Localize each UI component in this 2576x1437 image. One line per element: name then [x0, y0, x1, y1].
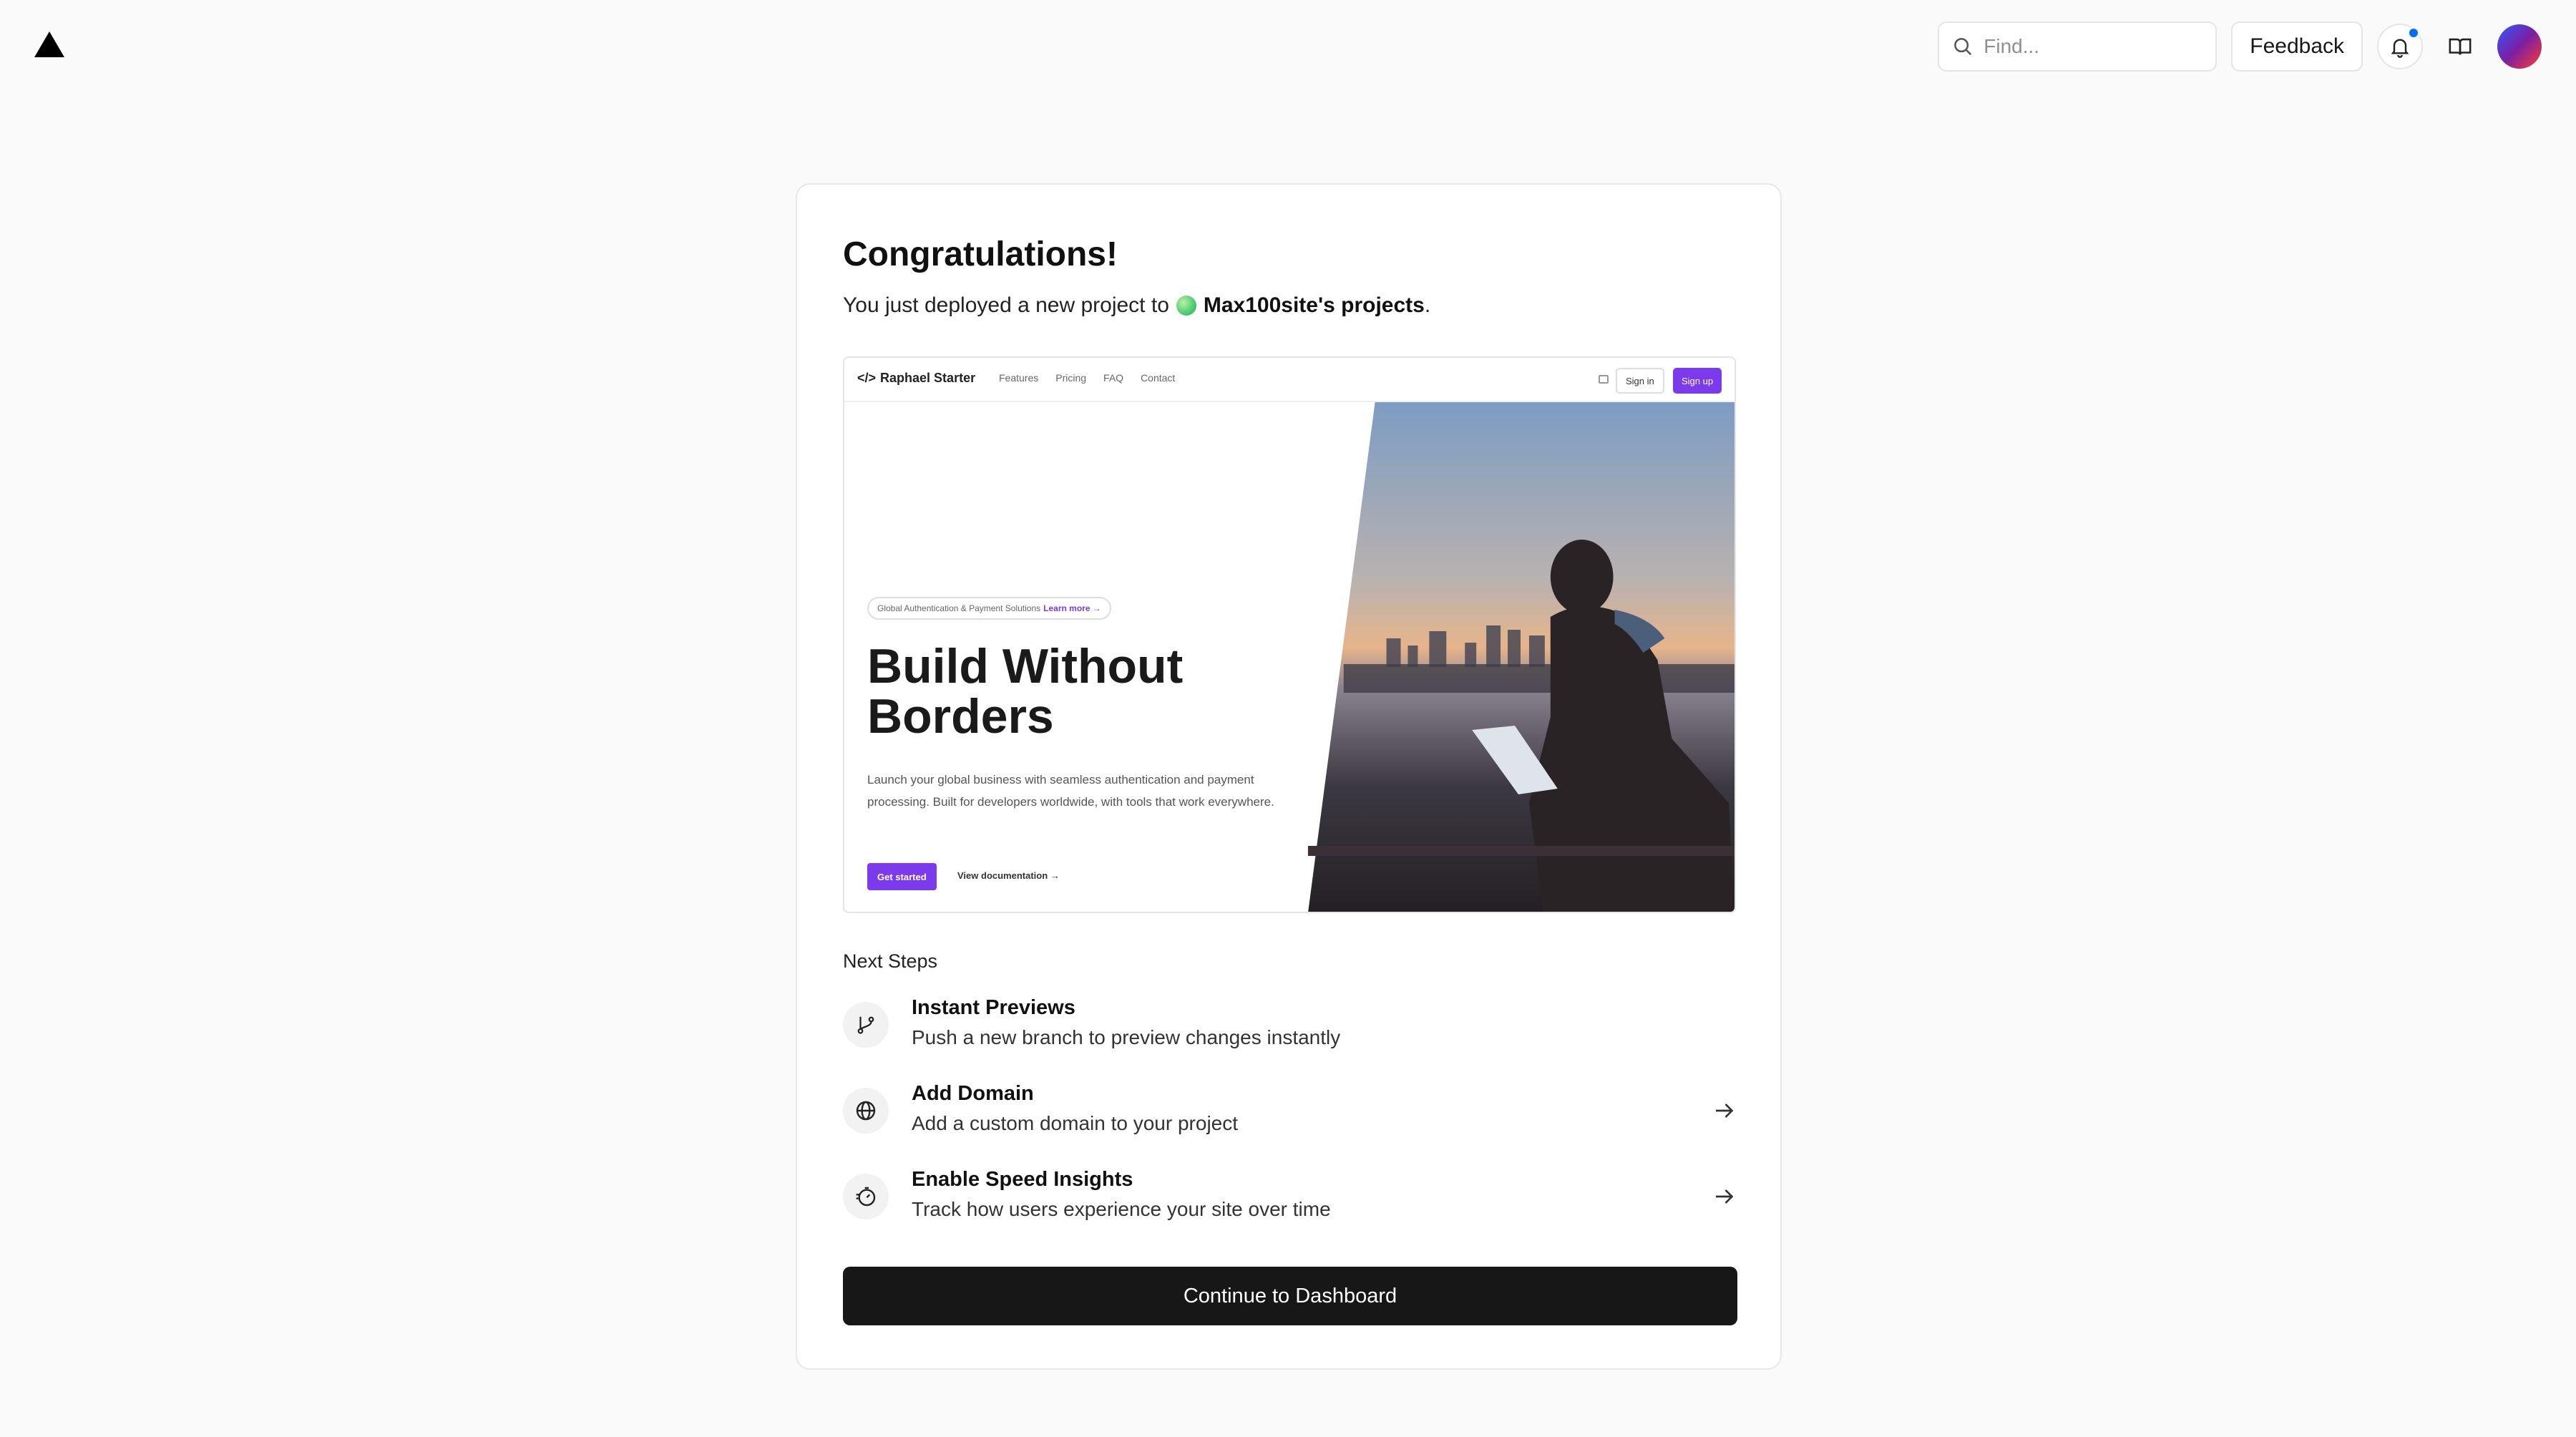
preview-sign-in: Sign in — [1616, 368, 1664, 394]
globe-icon — [843, 1088, 889, 1134]
step-title: Instant Previews — [912, 996, 1075, 1019]
search-box[interactable]: F — [1938, 21, 2265, 72]
bell-icon — [2391, 39, 2409, 58]
arrow-right-icon — [1716, 1104, 1734, 1118]
feedback-button[interactable]: Feedback — [2231, 21, 2363, 72]
preview-announcement-pill: Global Authentication & Payment Solution… — [867, 597, 1111, 620]
next-steps-label: Next Steps — [843, 950, 938, 972]
preview-description: Launch your global business with seamles… — [867, 773, 1274, 809]
git-branch-icon — [843, 1002, 889, 1048]
preview-brand: </> Raphael Starter — [857, 371, 976, 385]
team-avatar-icon — [1176, 296, 1196, 316]
docs-button[interactable] — [2437, 24, 2483, 69]
step-description: Track how users experience your site ove… — [912, 1198, 1331, 1220]
arrow-right-icon — [1716, 1189, 1734, 1204]
preview-nav-link: FAQ — [1103, 372, 1124, 384]
deployment-preview[interactable]: </> Raphael Starter Features Pricing FAQ… — [843, 356, 1736, 913]
step-title: Add Domain — [912, 1082, 1034, 1105]
preview-get-started: Get started — [867, 863, 937, 890]
preview-nav-links: Features Pricing FAQ Contact — [999, 372, 1175, 384]
preview-nav-link: Contact — [1141, 372, 1176, 384]
preview-nav-link: Features — [999, 372, 1039, 384]
deployment-success-card: Congratulations! You just deployed a new… — [796, 183, 1782, 1370]
step-description: Add a custom domain to your project — [912, 1112, 1239, 1134]
next-step-instant-previews[interactable]: Instant Previews Push a new branch to pr… — [843, 993, 1737, 1058]
search-icon — [1954, 38, 1972, 56]
theme-toggle-icon — [1599, 375, 1609, 384]
continue-to-dashboard-button[interactable]: Continue to Dashboard — [843, 1267, 1737, 1325]
team-name: Max100site's projects — [1203, 293, 1425, 317]
step-description: Push a new branch to preview changes ins… — [912, 1026, 1341, 1048]
triangle-logo-icon[interactable] — [34, 31, 64, 57]
preview-sign-up: Sign up — [1673, 368, 1722, 394]
code-icon: </> — [857, 371, 877, 385]
stopwatch-icon — [843, 1174, 889, 1219]
preview-nav-link: Pricing — [1055, 372, 1087, 384]
book-icon — [2449, 38, 2472, 55]
step-title: Enable Speed Insights — [912, 1168, 1133, 1191]
subtitle-prefix: You just deployed a new project to — [843, 293, 1169, 317]
avatar[interactable] — [2497, 24, 2542, 69]
search-input[interactable] — [1984, 35, 2243, 58]
preview-navbar: </> Raphael Starter Features Pricing FAQ… — [844, 358, 1735, 402]
page-title: Congratulations! — [843, 235, 1118, 273]
next-step-speed-insights[interactable]: Enable Speed Insights Track how users ex… — [843, 1165, 1737, 1229]
notifications-button[interactable] — [2377, 24, 2423, 69]
deployment-subtitle: You just deployed a new project to Max10… — [843, 293, 1430, 318]
next-step-add-domain[interactable]: Add Domain Add a custom domain to your p… — [843, 1079, 1737, 1144]
notification-badge — [2407, 26, 2420, 39]
topbar-actions: F Feedback — [1938, 21, 2542, 72]
subtitle-suffix: . — [1424, 293, 1431, 317]
preview-hero-heading: Build Without Borders — [867, 639, 1184, 744]
preview-docs-link: View documentation → — [957, 870, 1060, 881]
